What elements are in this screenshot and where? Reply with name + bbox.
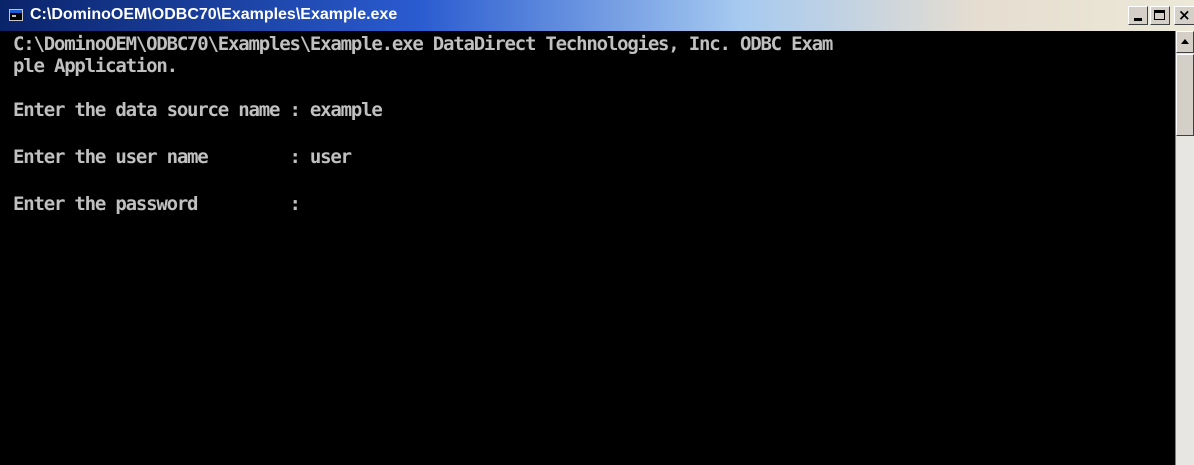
window-title: C:\DominoOEM\ODBC70\Examples\Example.exe bbox=[30, 6, 398, 23]
console-window-icon[interactable] bbox=[9, 9, 23, 21]
maximize-button[interactable] bbox=[1150, 6, 1170, 25]
title-bar[interactable]: C:\DominoOEM\ODBC70\Examples\Example.exe… bbox=[0, 0, 1194, 31]
console-line: Enter the user name : user bbox=[13, 146, 352, 168]
minimize-button[interactable] bbox=[1128, 6, 1148, 25]
console-window: C:\DominoOEM\ODBC70\Examples\Example.exe… bbox=[0, 0, 1194, 465]
console-line: Enter the password : bbox=[13, 193, 301, 215]
scroll-thumb[interactable] bbox=[1176, 54, 1194, 136]
console-line: Enter the data source name : example bbox=[13, 99, 383, 121]
minimize-icon bbox=[1134, 18, 1142, 21]
console-line: ple Application. bbox=[13, 55, 178, 77]
maximize-icon bbox=[1154, 10, 1165, 20]
vertical-scrollbar[interactable] bbox=[1175, 31, 1194, 465]
close-icon: × bbox=[1178, 6, 1191, 24]
close-button[interactable]: × bbox=[1174, 6, 1194, 25]
scroll-up-button[interactable] bbox=[1176, 31, 1194, 53]
console-output[interactable]: C:\DominoOEM\ODBC70\Examples\Example.exe… bbox=[0, 31, 1175, 465]
scroll-up-arrow-icon bbox=[1181, 39, 1189, 44]
